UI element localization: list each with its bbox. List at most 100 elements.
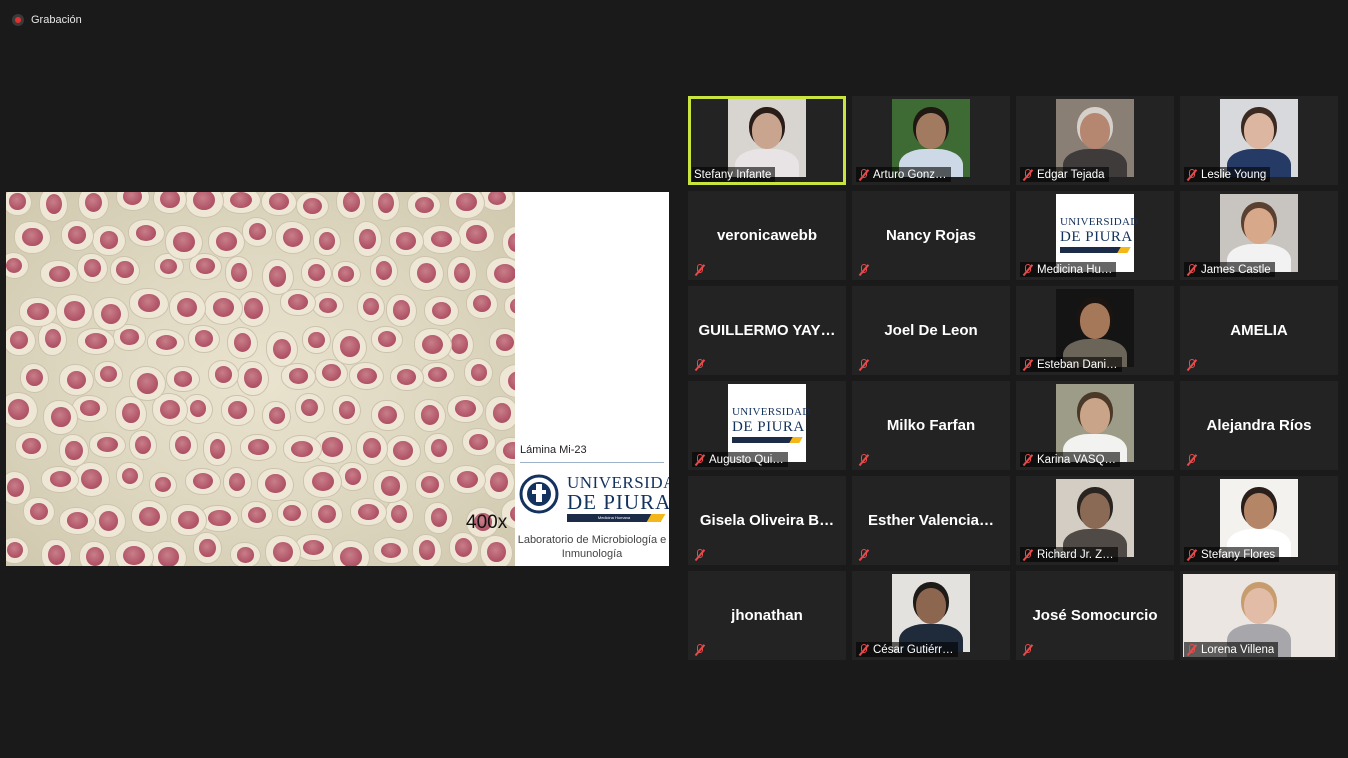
- face-shape: [1244, 588, 1274, 624]
- participant-tile[interactable]: José Somocurcio: [1016, 571, 1174, 660]
- participant-tile[interactable]: Joel De Leon: [852, 286, 1010, 375]
- cell: [222, 466, 252, 498]
- cell: [331, 260, 361, 288]
- participant-video: [1056, 479, 1134, 557]
- participant-tile[interactable]: veronicawebb: [688, 191, 846, 280]
- cell: [240, 501, 274, 529]
- participant-video: [892, 574, 970, 652]
- cell: [352, 221, 382, 258]
- seal-icon: [519, 474, 559, 514]
- participant-name-text: Gisela Oliveira B…: [699, 512, 835, 529]
- participant-name-text: Joel De Leon: [884, 322, 978, 339]
- cell: [312, 226, 341, 257]
- cell: [332, 395, 362, 426]
- mic-muted-icon: [694, 263, 705, 276]
- cell: [185, 467, 221, 495]
- participant-label: Arturo Gonz…: [856, 167, 951, 182]
- participant-tile[interactable]: César Gutiérr…: [852, 571, 1010, 660]
- cell: [262, 401, 292, 431]
- participant-name: Augusto Qui…: [709, 453, 784, 466]
- cell: [18, 296, 58, 327]
- participant-tile[interactable]: Esteban Dani…: [1016, 286, 1174, 375]
- cell: [503, 292, 515, 321]
- mic-muted-icon: [1022, 263, 1033, 276]
- mic-muted-icon: [694, 643, 705, 656]
- cell: [332, 540, 370, 566]
- participant-tile[interactable]: Alejandra Ríos: [1180, 381, 1338, 470]
- participant-tile[interactable]: Stefany Flores: [1180, 476, 1338, 565]
- participant-tile[interactable]: Milko Farfan: [852, 381, 1010, 470]
- participant-video: [1220, 99, 1298, 177]
- participant-label: [1184, 357, 1201, 372]
- mic-muted-icon: [858, 358, 869, 371]
- mic-muted-icon: [694, 548, 705, 561]
- participant-tile[interactable]: James Castle: [1180, 191, 1338, 280]
- cell: [350, 498, 387, 526]
- participant-tile[interactable]: Stefany Infante: [688, 96, 846, 185]
- cell: [371, 192, 401, 221]
- participant-name: Stefany Flores: [1201, 548, 1276, 561]
- cell: [152, 192, 188, 215]
- cell: [461, 427, 497, 457]
- university-logo: UNIVERSIDAD DE PIURA Medicina Humana: [519, 470, 669, 528]
- participant-tile[interactable]: UNIVERSIDAD DE PIURA Medicina Hu…: [1016, 191, 1174, 280]
- cell: [240, 434, 278, 461]
- mic-muted-icon: [1022, 358, 1033, 371]
- face-shape: [1080, 398, 1110, 434]
- cell: [495, 436, 515, 466]
- cell: [480, 535, 514, 566]
- cell: [424, 433, 454, 464]
- participant-label: [1020, 642, 1037, 657]
- participant-tile[interactable]: Edgar Tejada: [1016, 96, 1174, 185]
- cell: [338, 462, 368, 492]
- participant-video: [892, 99, 970, 177]
- university-logo-avatar: UNIVERSIDAD DE PIURA: [1056, 194, 1138, 272]
- cell: [168, 290, 206, 325]
- participant-gallery: Stefany Infante Arturo Gonz… Edgar Tejada L…: [688, 96, 1342, 660]
- cell: [499, 363, 515, 399]
- participant-display-name: Nancy Rojas: [852, 191, 1010, 280]
- cell: [281, 363, 316, 390]
- cell: [275, 220, 312, 255]
- cell: [115, 192, 150, 212]
- participant-video: [1220, 479, 1298, 557]
- participant-tile[interactable]: Lorena Villena: [1180, 571, 1338, 660]
- cell: [128, 366, 166, 402]
- cell: [147, 329, 186, 356]
- cell: [422, 224, 461, 254]
- participant-name: Edgar Tejada: [1037, 168, 1105, 181]
- participant-tile[interactable]: jhonathan: [688, 571, 846, 660]
- cell: [39, 192, 69, 222]
- participant-tile[interactable]: Leslie Young: [1180, 96, 1338, 185]
- participant-tile[interactable]: Esther Valencia…: [852, 476, 1010, 565]
- cell: [208, 225, 246, 258]
- cell: [276, 499, 308, 528]
- cell: [58, 433, 90, 468]
- face-shape: [916, 588, 946, 624]
- participant-tile[interactable]: UNIVERSIDAD DE PIURA Augusto Qui…: [688, 381, 846, 470]
- cell: [332, 329, 368, 365]
- cell: [192, 532, 222, 565]
- face-shape: [752, 113, 782, 149]
- participant-name: Stefany Infante: [694, 168, 772, 181]
- participant-tile[interactable]: AMELIA: [1180, 286, 1338, 375]
- participant-name: Esteban Dani…: [1037, 358, 1118, 371]
- cell: [301, 258, 333, 288]
- magnification-label: 400x: [466, 512, 508, 533]
- participant-label: James Castle: [1184, 262, 1275, 277]
- cell: [91, 504, 127, 539]
- cell: [43, 399, 79, 435]
- participant-tile[interactable]: Gisela Oliveira B…: [688, 476, 846, 565]
- cell: [220, 394, 255, 426]
- participant-tile[interactable]: Nancy Rojas: [852, 191, 1010, 280]
- cell: [257, 467, 294, 501]
- participant-tile[interactable]: Richard Jr. Z…: [1016, 476, 1174, 565]
- mic-muted-icon: [1186, 453, 1197, 466]
- mic-muted-icon: [858, 453, 869, 466]
- cell: [480, 192, 514, 212]
- participant-tile[interactable]: Arturo Gonz…: [852, 96, 1010, 185]
- participant-tile[interactable]: Karina VASQ…: [1016, 381, 1174, 470]
- participant-name-text: veronicawebb: [716, 227, 818, 244]
- participant-tile[interactable]: GUILLERMO YAY…: [688, 286, 846, 375]
- mic-muted-icon: [1186, 358, 1197, 371]
